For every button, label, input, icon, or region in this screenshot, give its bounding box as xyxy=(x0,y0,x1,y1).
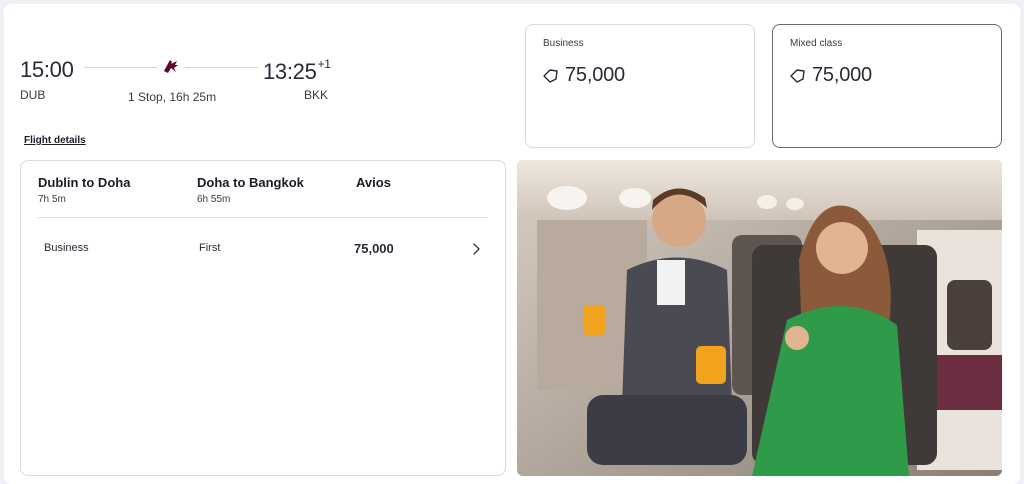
header-divider xyxy=(37,217,488,218)
fare-price: 75,000 xyxy=(542,64,625,87)
fare-amount: 75,000 xyxy=(812,64,872,86)
flight-result-card: 15:00 DUB 1 Stop, 16h 25m 13:25+1 BKK Fl… xyxy=(4,4,1020,484)
fare-label: Business xyxy=(543,38,584,49)
fare-amount: 75,000 xyxy=(565,64,625,86)
avios-icon xyxy=(790,68,805,83)
arrival-airport-code: BKK xyxy=(304,88,329,102)
row-avios-amount: 75,000 xyxy=(354,241,394,256)
fare-option-business[interactable]: Business 75,000 xyxy=(525,24,755,148)
arrival-time: 13:25+1 xyxy=(263,57,331,84)
cabin-segment-2: First xyxy=(199,242,221,254)
segment-breakdown-panel: Dublin to Doha 7h 5m Doha to Bangkok 6h … xyxy=(20,160,506,476)
route-line-left xyxy=(84,67,157,68)
cabin-illustration xyxy=(517,160,1002,476)
segment-header-1: Dublin to Doha xyxy=(38,175,131,190)
cabin-combination-row[interactable]: Business First 75,000 xyxy=(21,231,505,267)
cabin-promo-image xyxy=(517,160,1002,476)
airline-logo-icon xyxy=(164,60,178,73)
segment-duration-2: 6h 55m xyxy=(197,194,231,205)
chevron-right-icon[interactable] xyxy=(470,242,482,256)
avios-header: Avios xyxy=(356,175,391,190)
arrival-day-offset: +1 xyxy=(317,57,331,71)
departure-time: 15:00 xyxy=(20,57,74,82)
fare-price: 75,000 xyxy=(789,64,872,87)
route-line-right xyxy=(185,67,258,68)
segment-header-2: Doha to Bangkok xyxy=(197,175,304,190)
segment-duration-1: 7h 5m xyxy=(38,194,66,205)
fare-option-mixed-class[interactable]: Mixed class 75,000 xyxy=(772,24,1002,148)
avios-icon xyxy=(543,68,558,83)
cabin-segment-1: Business xyxy=(44,242,89,254)
flight-details-link[interactable]: Flight details xyxy=(24,135,86,146)
departure-airport-code: DUB xyxy=(20,88,46,102)
fare-label: Mixed class xyxy=(790,38,843,49)
stops-duration: 1 Stop, 16h 25m xyxy=(128,90,217,104)
